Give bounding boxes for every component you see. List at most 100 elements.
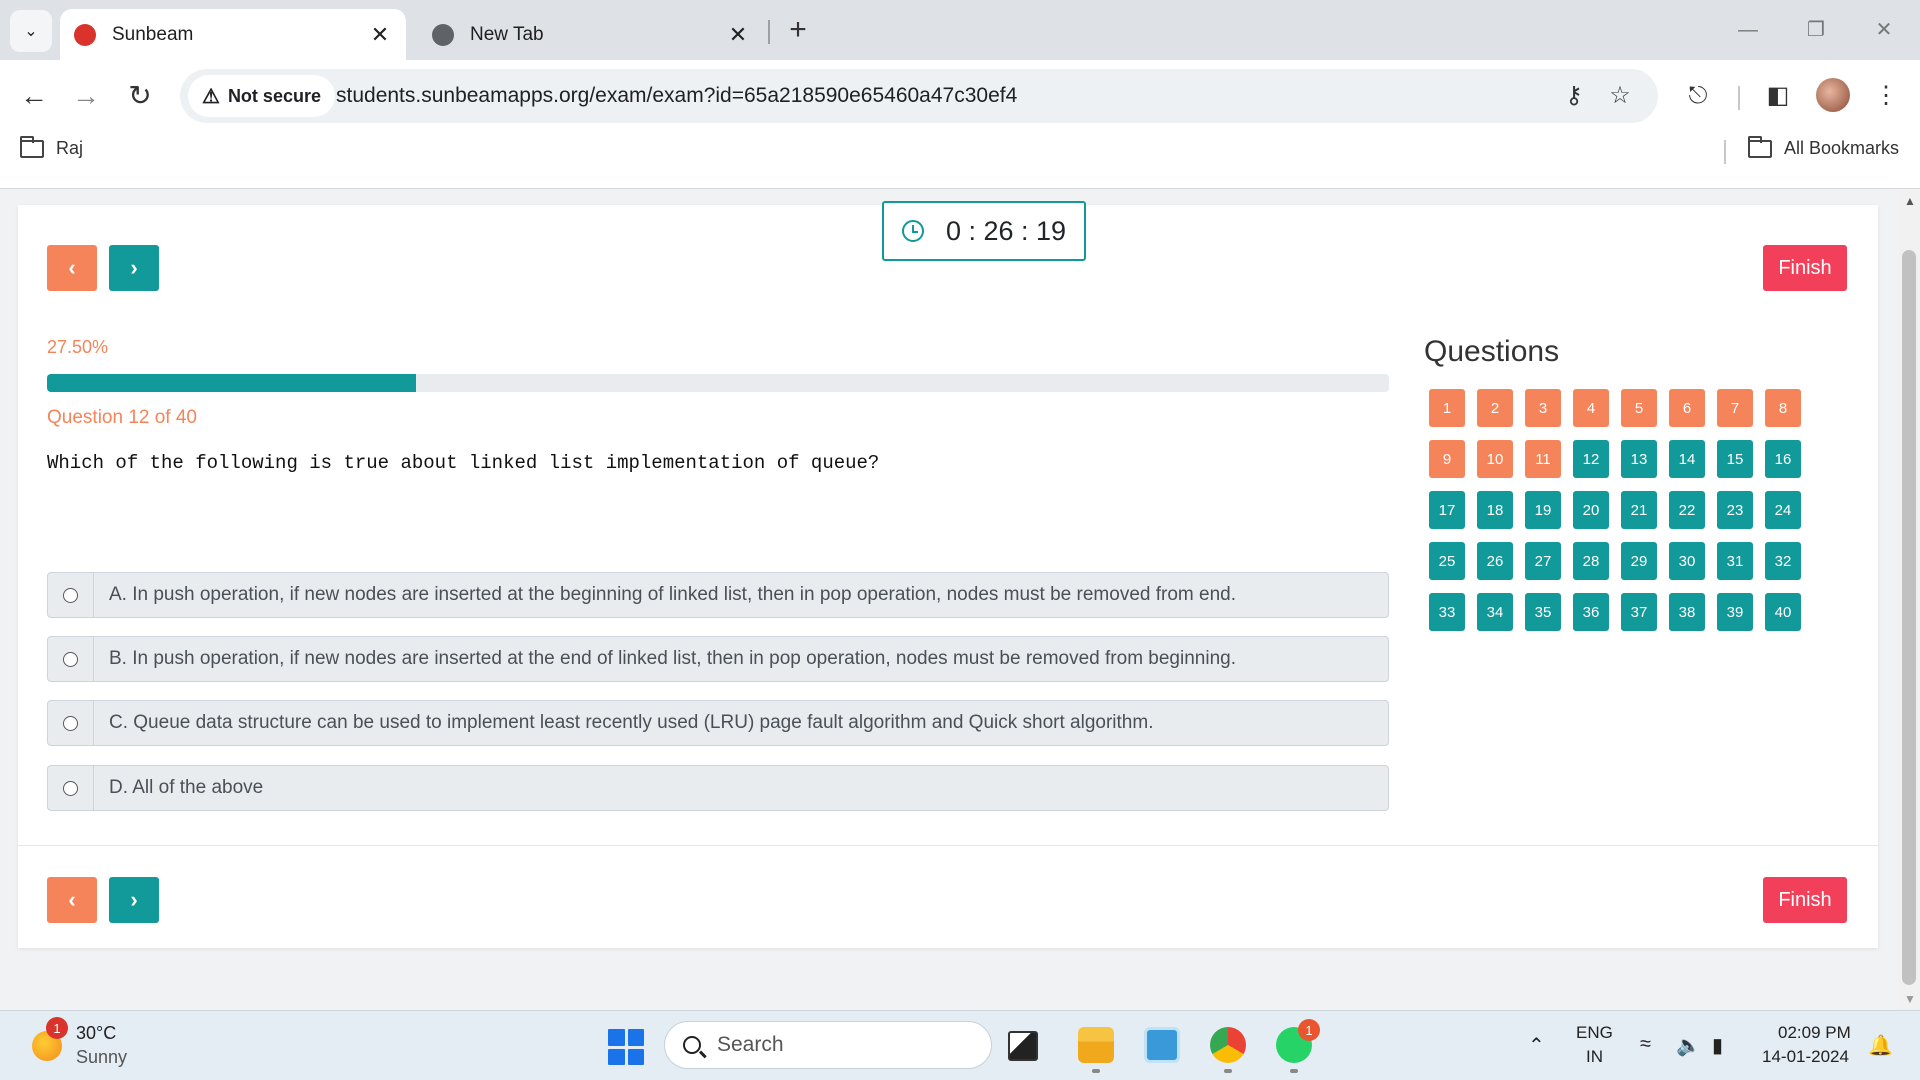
option-d[interactable]: D. All of the above (47, 765, 1389, 811)
question-nav-button[interactable]: 32 (1765, 542, 1801, 580)
address-bar[interactable]: ⚠ Not secure students.sunbeamapps.org/ex… (180, 69, 1658, 123)
question-nav-button[interactable]: 5 (1621, 389, 1657, 427)
extensions-icon[interactable]: ⎋ (1678, 76, 1718, 116)
all-bookmarks[interactable]: All Bookmarks (1748, 135, 1899, 159)
question-nav-button[interactable]: 40 (1765, 593, 1801, 631)
back-arrow-icon[interactable]: ← (14, 76, 54, 116)
wifi-icon[interactable]: ≈ (1640, 1033, 1651, 1056)
radio-button[interactable] (63, 780, 78, 796)
profile-avatar[interactable] (1816, 78, 1850, 112)
question-nav-button[interactable]: 34 (1477, 593, 1513, 631)
bookmark-raj[interactable]: Raj (20, 135, 83, 159)
page-scrollbar[interactable]: ▲ ▼ (1898, 190, 1920, 1010)
language-indicator[interactable]: ENG (1576, 1023, 1613, 1043)
forward-arrow-icon[interactable]: → (66, 76, 106, 116)
question-nav-button[interactable]: 30 (1669, 542, 1705, 580)
clock-time[interactable]: 02:09 PM (1778, 1023, 1851, 1043)
restore-icon[interactable]: ❐ (1796, 12, 1836, 48)
scrollbar-thumb[interactable] (1902, 250, 1916, 985)
question-nav-button[interactable]: 15 (1717, 440, 1753, 478)
language-region[interactable]: IN (1586, 1047, 1603, 1067)
question-nav-button[interactable]: 13 (1621, 440, 1657, 478)
weather-description[interactable]: Sunny (76, 1047, 127, 1068)
previous-question-button-bottom[interactable]: ‹ (47, 877, 97, 923)
question-nav-button[interactable]: 28 (1573, 542, 1609, 580)
window-close-icon[interactable]: ✕ (1864, 12, 1904, 48)
finish-button-bottom[interactable]: Finish (1763, 877, 1847, 923)
tab-sunbeam[interactable]: Sunbeam ✕ (60, 9, 406, 60)
close-tab-icon[interactable]: ✕ (368, 22, 392, 48)
chrome-icon[interactable] (1210, 1027, 1246, 1063)
more-menu-icon[interactable]: ⋮ (1866, 76, 1906, 116)
volume-icon[interactable]: 🔈 (1676, 1033, 1701, 1058)
option-a[interactable]: A. In push operation, if new nodes are i… (47, 572, 1389, 618)
scroll-up-icon[interactable]: ▲ (1904, 194, 1916, 208)
question-nav-button[interactable]: 36 (1573, 593, 1609, 631)
url-text[interactable]: students.sunbeamapps.org/exam/exam?id=65… (336, 84, 1017, 108)
question-nav-button[interactable]: 18 (1477, 491, 1513, 529)
question-nav-button[interactable]: 27 (1525, 542, 1561, 580)
question-nav-button[interactable]: 25 (1429, 542, 1465, 580)
weather-temperature[interactable]: 30°C (76, 1023, 116, 1044)
question-nav-button[interactable]: 26 (1477, 542, 1513, 580)
question-nav-button[interactable]: 23 (1717, 491, 1753, 529)
close-tab-icon[interactable]: ✕ (726, 22, 750, 48)
question-nav-button[interactable]: 8 (1765, 389, 1801, 427)
question-nav-button[interactable]: 17 (1429, 491, 1465, 529)
radio-button[interactable] (63, 587, 78, 603)
taskbar-search[interactable]: Search (664, 1021, 992, 1069)
question-nav-button[interactable]: 35 (1525, 593, 1561, 631)
question-nav-button[interactable]: 33 (1429, 593, 1465, 631)
question-nav-button[interactable]: 37 (1621, 593, 1657, 631)
next-question-button[interactable]: › (109, 245, 159, 291)
question-nav-button[interactable]: 22 (1669, 491, 1705, 529)
minimize-icon[interactable]: — (1728, 12, 1768, 48)
notification-bell-icon[interactable]: 🔔 (1868, 1033, 1893, 1058)
option-radio-cell[interactable] (48, 766, 94, 810)
question-nav-button[interactable]: 4 (1573, 389, 1609, 427)
finish-button[interactable]: Finish (1763, 245, 1847, 291)
question-nav-button[interactable]: 31 (1717, 542, 1753, 580)
question-nav-button[interactable]: 19 (1525, 491, 1561, 529)
star-icon[interactable]: ☆ (1604, 80, 1636, 112)
question-nav-button[interactable]: 6 (1669, 389, 1705, 427)
previous-question-button[interactable]: ‹ (47, 245, 97, 291)
question-nav-button[interactable]: 10 (1477, 440, 1513, 478)
question-nav-button[interactable]: 2 (1477, 389, 1513, 427)
tab-new-tab[interactable]: New Tab ✕ (418, 9, 764, 60)
question-nav-button[interactable]: 9 (1429, 440, 1465, 478)
question-nav-button[interactable]: 21 (1621, 491, 1657, 529)
option-radio-cell[interactable] (48, 573, 94, 617)
windows-start-icon[interactable] (608, 1029, 644, 1065)
radio-button[interactable] (63, 715, 78, 731)
question-nav-button[interactable]: 38 (1669, 593, 1705, 631)
task-view-icon[interactable] (1008, 1031, 1038, 1061)
radio-button[interactable] (63, 651, 78, 667)
option-radio-cell[interactable] (48, 701, 94, 745)
option-radio-cell[interactable] (48, 637, 94, 681)
new-tab-button[interactable]: + (780, 12, 816, 48)
next-question-button-bottom[interactable]: › (109, 877, 159, 923)
question-nav-button[interactable]: 11 (1525, 440, 1561, 478)
question-nav-button[interactable]: 12 (1573, 440, 1609, 478)
file-explorer-icon[interactable] (1078, 1027, 1114, 1063)
show-hidden-icons-icon[interactable]: ⌃ (1528, 1033, 1545, 1058)
clock-date[interactable]: 14-01-2024 (1762, 1047, 1849, 1067)
question-nav-button[interactable]: 16 (1765, 440, 1801, 478)
question-nav-button[interactable]: 14 (1669, 440, 1705, 478)
battery-icon[interactable]: ▮ (1712, 1033, 1723, 1058)
side-panel-icon[interactable]: ◧ (1758, 76, 1798, 116)
question-nav-button[interactable]: 1 (1429, 389, 1465, 427)
scroll-down-icon[interactable]: ▼ (1904, 992, 1916, 1006)
reload-icon[interactable]: ↻ (120, 76, 160, 116)
password-key-icon[interactable]: ⚷ (1558, 80, 1590, 112)
option-b[interactable]: B. In push operation, if new nodes are i… (47, 636, 1389, 682)
question-nav-button[interactable]: 20 (1573, 491, 1609, 529)
question-nav-button[interactable]: 7 (1717, 389, 1753, 427)
control-panel-icon[interactable] (1144, 1027, 1180, 1063)
question-nav-button[interactable]: 24 (1765, 491, 1801, 529)
question-nav-button[interactable]: 29 (1621, 542, 1657, 580)
question-nav-button[interactable]: 39 (1717, 593, 1753, 631)
question-nav-button[interactable]: 3 (1525, 389, 1561, 427)
option-c[interactable]: C. Queue data structure can be used to i… (47, 700, 1389, 746)
